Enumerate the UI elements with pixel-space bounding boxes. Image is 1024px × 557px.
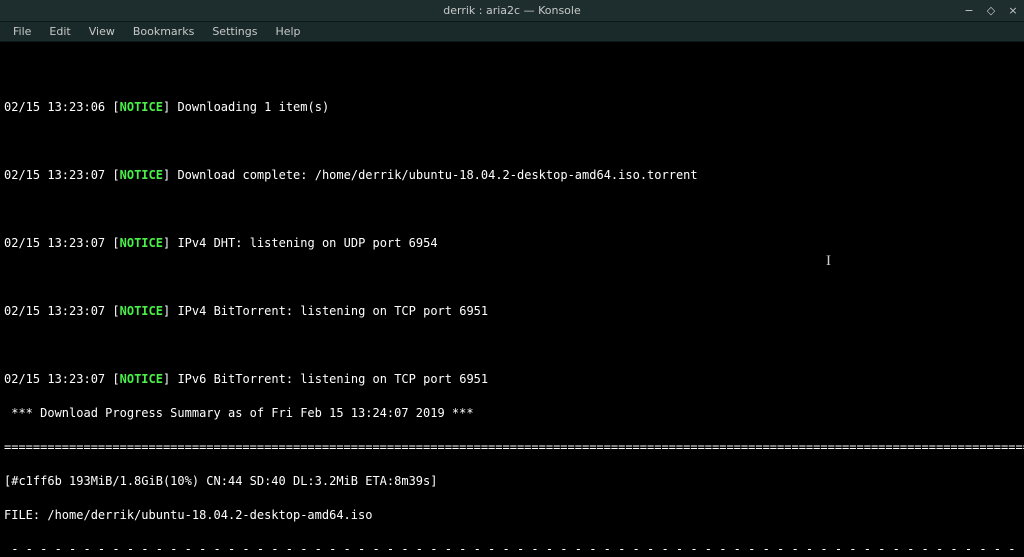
summary-header: *** Download Progress Summary as of Fri … [4, 405, 1022, 422]
menu-help[interactable]: Help [266, 23, 309, 40]
menu-view[interactable]: View [80, 23, 124, 40]
menu-settings[interactable]: Settings [203, 23, 266, 40]
notice-tag: NOTICE [120, 304, 163, 318]
log-timestamp: 02/15 13:23:07 [4, 304, 105, 318]
notice-tag: NOTICE [120, 168, 163, 182]
log-message: IPv6 BitTorrent: listening on TCP port 6… [177, 372, 488, 386]
window-title: derrik : aria2c — Konsole [0, 4, 1024, 17]
menu-edit[interactable]: Edit [40, 23, 79, 40]
minimize-icon[interactable]: − [962, 4, 976, 18]
window-controls: − ◇ × [962, 4, 1020, 18]
log-timestamp: 02/15 13:23:07 [4, 168, 105, 182]
menu-file[interactable]: File [4, 23, 40, 40]
separator-dash: - - - - - - - - - - - - - - - - - - - - … [4, 541, 1022, 557]
log-message: Downloading 1 item(s) [177, 100, 329, 114]
close-icon[interactable]: × [1006, 4, 1020, 18]
log-timestamp: 02/15 13:23:07 [4, 236, 105, 250]
menubar: File Edit View Bookmarks Settings Help [0, 22, 1024, 42]
log-timestamp: 02/15 13:23:06 [4, 100, 105, 114]
maximize-icon[interactable]: ◇ [984, 4, 998, 18]
log-message: IPv4 BitTorrent: listening on TCP port 6… [177, 304, 488, 318]
notice-tag: NOTICE [120, 100, 163, 114]
terminal-viewport[interactable]: 02/15 13:23:06 [NOTICE] Downloading 1 it… [0, 42, 1024, 557]
summary-file: FILE: /home/derrik/ubuntu-18.04.2-deskto… [4, 507, 1022, 524]
log-timestamp: 02/15 13:23:07 [4, 372, 105, 386]
summary-status: [#c1ff6b 193MiB/1.8GiB(10%) CN:44 SD:40 … [4, 473, 1022, 490]
separator-eq: ========================================… [4, 439, 1022, 456]
notice-tag: NOTICE [120, 372, 163, 386]
notice-tag: NOTICE [120, 236, 163, 250]
log-message: Download complete: /home/derrik/ubuntu-1… [177, 168, 697, 182]
text-cursor-ibeam: I [826, 253, 831, 270]
menu-bookmarks[interactable]: Bookmarks [124, 23, 203, 40]
log-message: IPv4 DHT: listening on UDP port 6954 [177, 236, 437, 250]
titlebar: derrik : aria2c — Konsole − ◇ × [0, 0, 1024, 22]
